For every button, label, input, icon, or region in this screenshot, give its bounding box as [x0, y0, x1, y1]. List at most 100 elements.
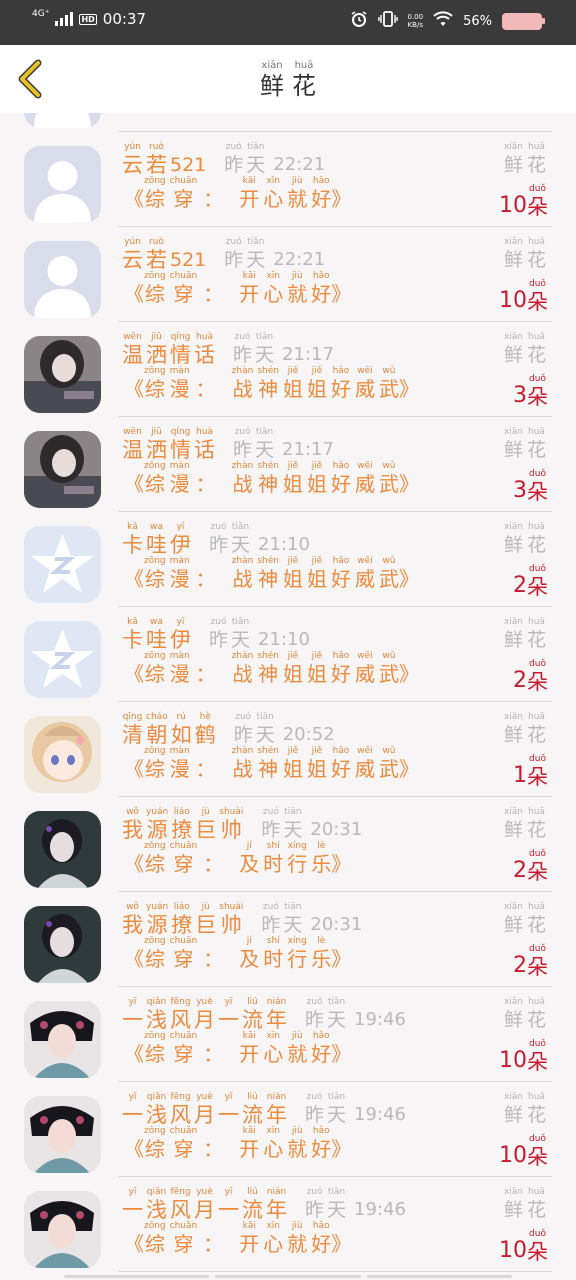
- quote-close: 》: [331, 852, 352, 876]
- hanzi: 好: [330, 472, 351, 496]
- avatar[interactable]: [24, 621, 101, 698]
- sender-name[interactable]: wēn 温 jiǔ 洒 qíng 情 huà 话: [122, 427, 215, 462]
- pinyin: zuó: [225, 237, 242, 247]
- avatar[interactable]: [24, 146, 101, 223]
- hanzi: 浅: [146, 1008, 167, 1032]
- pinyin: tiān: [247, 142, 265, 152]
- book-title: zhàn 战 shén 神 jiě 姐 jiě 姐 hǎo 好 wēi 威 wǔ 武: [232, 556, 399, 591]
- avatar[interactable]: [24, 906, 101, 983]
- sender-name[interactable]: yún 云 ruò 若 521: [122, 142, 206, 177]
- count-unit: duǒ 朵: [527, 461, 548, 504]
- list-item[interactable]: yī 一 qiǎn 浅 fēng 风 yuè 月 yī 一 liú 流 nián 年 zuó 昨 tiān 天 19…: [0, 1177, 576, 1272]
- pinyin: chuān: [169, 936, 198, 946]
- avatar[interactable]: [24, 1096, 101, 1173]
- book-line[interactable]: 《 zōng 综 chuān 穿： jí 及 shí 时 xíng 行 lè 乐》: [124, 841, 351, 876]
- ruby-char: hǎo好: [311, 1221, 331, 1256]
- hanzi: 天: [246, 154, 266, 176]
- list-item[interactable]: yún 云 ruò 若 521 zuó 昨 tiān 天 22:21 xiān 鲜 huā 花《 zōng…: [0, 227, 576, 322]
- book-line[interactable]: 《 zōng 综 màn 漫： zhàn 战 shén 神 jiě 姐 jiě 姐 hǎo 好 wēi 威 wǔ 武…: [124, 461, 419, 496]
- ruby-char: zōng综: [144, 936, 166, 971]
- book-line[interactable]: 《 zōng 综 chuān 穿： kāi 开 xīn 心 jiù 就 hǎo 好》: [124, 176, 351, 211]
- list-item[interactable]: yún 云 ruò 若 521 zuó 昨 tiān 天 22:21 xiān 鲜 huā 花《 zōng…: [0, 132, 576, 227]
- list-item[interactable]: kǎ 卡 wa 哇 yī 伊 zuó 昨 tiān 天 21:10 xiān 鲜 huā 花《 zōng 综 mà…: [0, 512, 576, 607]
- ruby-char: jiù就: [287, 271, 307, 306]
- pinyin: jí: [246, 936, 252, 946]
- book-line[interactable]: 《 zōng 综 màn 漫： zhàn 战 shén 神 jiě 姐 jiě 姐 hǎo 好 wēi 威 wǔ 武…: [124, 651, 419, 686]
- list-item[interactable]: wǒ 我 yuán 源 liáo 撩 jù 巨 shuài 帅 zuó 昨 tiān 天 20:31 xiān…: [0, 892, 576, 987]
- sender-name[interactable]: yún 云 ruò 若 521: [122, 237, 206, 272]
- avatar[interactable]: [24, 526, 101, 603]
- hanzi: 鲜: [260, 72, 284, 100]
- book-line[interactable]: 《 zōng 综 màn 漫： zhàn 战 shén 神 jiě 姐 jiě 姐 hǎo 好 wēi 威 wǔ 武…: [124, 746, 419, 781]
- pinyin: xīn: [266, 1126, 280, 1136]
- hanzi: 天: [283, 914, 303, 936]
- hanzi: 神: [258, 377, 279, 401]
- hanzi: 开: [239, 1042, 260, 1066]
- ruby-char: wēi 威: [355, 556, 375, 591]
- hanzi: 就: [287, 113, 307, 116]
- list-item[interactable]: wēn 温 jiǔ 洒 qíng 情 huà 话 zuó 昨 tiān 天 21:17 xiān 鲜 huā 花…: [0, 322, 576, 417]
- list-item[interactable]: wēn 温 jiǔ 洒 qíng 情 huà 话 zuó 昨 tiān 天 21:17 xiān 鲜 huā 花…: [0, 417, 576, 512]
- avatar[interactable]: [24, 431, 101, 508]
- sender-name[interactable]: wǒ 我 yuán 源 liáo 撩 jù 巨 shuài 帅: [122, 902, 243, 937]
- sender-name[interactable]: yī 一 qiǎn 浅 fēng 风 yuè 月 yī 一 liú 流 nián 年: [122, 997, 287, 1032]
- avatar[interactable]: [24, 1191, 101, 1268]
- book-line[interactable]: 《 zōng 综 màn 漫： zhàn 战 shén 神 jiě 姐 jiě 姐 hǎo 好 wēi 威 wǔ 武…: [124, 366, 419, 401]
- avatar[interactable]: [24, 811, 101, 888]
- list-item[interactable]: yī 一 qiǎn 浅 fēng 风 yuè 月 yī 一 liú 流 nián 年 zuó 昨 tiān 天 19…: [0, 1082, 576, 1177]
- pinyin: duǒ: [529, 374, 546, 384]
- book-line[interactable]: 《 zōng 综 màn 漫： zhàn 战 shén 神 jiě 姐 jiě 姐 hǎo 好 wēi 威 wǔ 武…: [124, 556, 419, 591]
- list-item[interactable]: kǎ 卡 wa 哇 yī 伊 zuó 昨 tiān 天 21:10 xiān 鲜 huā 花《 zōng 综 mà…: [0, 607, 576, 702]
- pinyin: duǒ: [529, 1229, 546, 1239]
- sender-name[interactable]: kǎ 卡 wa 哇 yī 伊: [122, 522, 191, 557]
- book-line[interactable]: 《 zōng 综 chuān 穿： jí 及 shí 时 xíng 行 lè 乐》: [124, 936, 351, 971]
- ruby-char: zhàn 战: [232, 746, 254, 781]
- sender-name[interactable]: wǒ 我 yuán 源 liáo 撩 jù 巨 shuài 帅: [122, 807, 243, 842]
- ruby-char: shuài 帅: [219, 807, 243, 842]
- pinyin: wēi: [357, 746, 373, 756]
- hanzi: 武: [378, 377, 399, 401]
- ruby-char: shuài 帅: [219, 902, 243, 937]
- hanzi: 威: [354, 377, 375, 401]
- colon: ：: [195, 472, 216, 496]
- list-item[interactable]: yī 一 qiǎn 浅 fēng 风 yuè 月 yī 一 liú 流 nián 年 zuó 昨 tiān 天 19…: [0, 987, 576, 1082]
- ruby-char: hǎo好: [331, 746, 351, 781]
- avatar[interactable]: [24, 336, 101, 413]
- book-title: zhàn 战 shén 神 jiě 姐 jiě 姐 hǎo 好 wēi 威 wǔ 武: [232, 746, 399, 781]
- pinyin: xiān: [503, 617, 523, 627]
- list-item[interactable]: qīng 清 cháo 朝 rú 如 hè 鹤 zuó 昨 tiān 天 20:52 xiān 鲜 huā 花《…: [0, 702, 576, 797]
- book-line[interactable]: 《 zōng 综 chuān 穿： kāi 开 xīn 心 jiù 就 hǎo 好》: [124, 1221, 351, 1256]
- pinyin: zuó: [262, 902, 279, 912]
- sender-name[interactable]: kǎ 卡 wa 哇 yī 伊: [122, 617, 191, 652]
- time-word: zuó 昨 tiān 天: [305, 997, 346, 1032]
- book-line[interactable]: 《 zōng 综 chuān 穿： kāi 开 xīn 心 jiù 就 hǎo 好》: [124, 271, 351, 306]
- pinyin: tiān: [247, 237, 265, 247]
- hanzi: 帅: [220, 818, 242, 842]
- avatar[interactable]: [24, 1001, 101, 1078]
- hanzi: 朵: [527, 1145, 548, 1169]
- quote-close: 》: [331, 947, 352, 971]
- pinyin: duǒ: [529, 469, 546, 479]
- hanzi: 就: [287, 1232, 308, 1256]
- pinyin: zhàn: [231, 556, 254, 566]
- book-line[interactable]: 《 zōng 综 chuān 穿： kāi 开 xīn 心 jiù 就 hǎo 好》: [124, 1126, 351, 1161]
- ruby-char: yī 一: [218, 1187, 239, 1222]
- quote-open: 《: [124, 947, 144, 971]
- sender-name[interactable]: yī 一 qiǎn 浅 fēng 风 yuè 月 yī 一 liú 流 nián 年: [122, 1092, 287, 1127]
- sender-name[interactable]: wēn 温 jiǔ 洒 qíng 情 huà 话: [122, 332, 215, 367]
- sender-name[interactable]: yī 一 qiǎn 浅 fēng 风 yuè 月 yī 一 liú 流 nián 年: [122, 1187, 287, 1222]
- count-unit: duǒ 朵: [527, 556, 548, 599]
- hanzi: 神: [258, 662, 279, 686]
- ruby-char: huā 花: [527, 142, 546, 177]
- hanzi: 年: [266, 1198, 287, 1222]
- avatar[interactable]: [24, 716, 101, 793]
- hanzi: 一: [122, 1103, 143, 1127]
- sender-name[interactable]: qīng 清 cháo 朝 rú 如 hè 鹤: [122, 712, 216, 747]
- avatar[interactable]: [24, 241, 101, 318]
- list-item[interactable]: wǒ 我 yuán 源 liáo 撩 jù 巨 shuài 帅 zuó 昨 tiān 天 20:31 xiān…: [0, 797, 576, 892]
- pinyin: zōng: [144, 176, 166, 186]
- timestamp: 19:46: [354, 1104, 406, 1125]
- list-item-partial[interactable]: 《zōng综 chuān穿 ： kāi开 xīn心 jiù就 hǎo好》 10duǒ朵: [0, 113, 576, 132]
- pinyin: wǔ: [382, 556, 396, 566]
- book-line[interactable]: 《 zōng 综 chuān 穿： kāi 开 xīn 心 jiù 就 hǎo 好》: [124, 1031, 351, 1066]
